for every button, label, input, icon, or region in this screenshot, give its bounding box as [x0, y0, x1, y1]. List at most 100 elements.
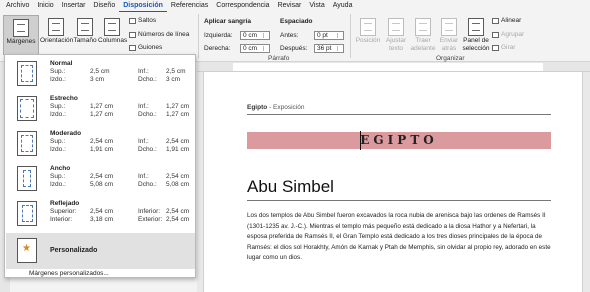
header-subtitle: Exposición [273, 104, 305, 111]
paragraph-group-label: Párrafo [268, 55, 290, 62]
rotate-label: Girar [501, 44, 516, 51]
position-button[interactable]: Posición [354, 15, 382, 55]
group-label: Agrupar [501, 31, 525, 38]
margin-key: Izdo.: [50, 111, 66, 118]
align-icon [492, 17, 499, 24]
indent-right: Derecha: 0 cm [204, 44, 270, 53]
margin-value: 2,5 cm [90, 68, 110, 75]
margin-key: Sup.: [50, 103, 66, 110]
margin-option-narrow[interactable]: Estrecho Sup.: 1,27 cm Inf.: 1,27 cm Izd… [6, 91, 195, 125]
margin-value: 1,91 cm [166, 146, 190, 153]
menu-vista[interactable]: Vista [305, 0, 328, 12]
header-title: Egipto [247, 104, 268, 111]
breaks-label: Saltos [138, 17, 157, 24]
rotate-button[interactable]: Girar [492, 44, 515, 51]
orientation-icon [48, 18, 64, 36]
menu-correspondencia[interactable]: Correspondencia [212, 0, 273, 12]
margin-value: 5,08 cm [90, 181, 114, 188]
columns-icon [104, 18, 120, 36]
margin-option-mirrored[interactable]: Reflejado Superior: 2,54 cm Inferior: 2,… [6, 196, 195, 230]
size-button[interactable]: Tamaño [73, 15, 97, 55]
margin-key: Dcho.: [138, 76, 157, 83]
ribbon-separator-2 [350, 14, 351, 58]
margin-value: 2,54 cm [90, 208, 114, 215]
breaks-icon [129, 17, 136, 24]
menu-referencias[interactable]: Referencias [167, 0, 212, 12]
margins-button[interactable]: Márgenes [3, 15, 39, 55]
align-button[interactable]: Alinear [492, 17, 521, 24]
bring-forward-button[interactable]: Traer adelante [410, 15, 436, 55]
indent-left-input[interactable]: 0 cm [240, 31, 270, 40]
selection-pane-button[interactable]: Panel de selección [462, 15, 490, 55]
orientation-label: Orientación [40, 37, 74, 44]
margin-value: 3 cm [90, 76, 105, 83]
wrap-text-button[interactable]: Ajustar texto [383, 15, 409, 55]
spacing-after-input[interactable]: 36 pt [314, 44, 344, 53]
ribbon-separator [198, 14, 199, 58]
menu-archivo[interactable]: Archivo [2, 0, 33, 12]
position-label: Posición [355, 37, 381, 44]
spacing-after: Después: 36 pt [280, 44, 344, 53]
margin-option-custom[interactable]: ★ Personalizado [6, 233, 195, 269]
title-banner[interactable]: EGIPTO [247, 132, 551, 149]
margin-normal-icon [17, 61, 37, 86]
menu-ayuda[interactable]: Ayuda [329, 0, 357, 12]
orientation-button[interactable]: Orientación [40, 15, 74, 55]
arrange-group-label: Organizar [436, 55, 465, 62]
size-label: Tamaño [73, 37, 97, 44]
star-icon: ★ [22, 243, 31, 254]
menu-insertar[interactable]: Insertar [58, 0, 90, 12]
horizontal-ruler[interactable] [197, 62, 590, 72]
group-button[interactable]: Agrupar [492, 31, 524, 38]
margin-value: 2,5 cm [166, 68, 186, 75]
wrap-text-label: Ajustar texto [385, 37, 407, 52]
margin-key: Superior: [50, 208, 77, 215]
margin-value: 1,27 cm [166, 111, 190, 118]
text-cursor [360, 131, 361, 150]
menu-disposicion[interactable]: Disposición [119, 1, 167, 12]
line-numbers-icon [129, 31, 136, 38]
margin-key: Dcho.: [138, 181, 157, 188]
line-numbers-label: Números de línea [138, 31, 190, 38]
margins-dropdown: Normal Sup.: 2,5 cm Inf.: 2,5 cm Izdo.: … [4, 54, 196, 278]
margin-key: Dcho.: [138, 111, 157, 118]
margin-option-wide[interactable]: Ancho Sup.: 2,54 cm Inf.: 2,54 cm Izdo.:… [6, 161, 195, 195]
menu-diseno[interactable]: Diseño [89, 0, 119, 12]
spacing-before-input[interactable]: 0 pt [314, 31, 344, 40]
margin-option-moderate[interactable]: Moderado Sup.: 2,54 cm Inf.: 2,54 cm Izd… [6, 126, 195, 160]
margin-key: Inf.: [138, 173, 149, 180]
wrap-text-icon [388, 18, 404, 36]
margin-option-normal[interactable]: Normal Sup.: 2,5 cm Inf.: 2,5 cm Izdo.: … [6, 56, 195, 90]
indent-right-label: Derecha: [204, 45, 231, 52]
indent-right-input[interactable]: 0 cm [240, 44, 270, 53]
hyphenation-button[interactable]: Guiones [129, 44, 162, 51]
position-icon [360, 18, 376, 36]
margin-value: 2,54 cm [90, 173, 114, 180]
margin-key: Inferior: [138, 208, 161, 215]
custom-margins-link[interactable]: Márgenes personalizados... [5, 269, 195, 279]
selection-pane-label: Panel de selección [462, 37, 490, 52]
group-icon [492, 31, 499, 38]
line-numbers-button[interactable]: Números de línea [129, 31, 189, 38]
document-paragraph[interactable]: Los dos templos de Abu Simbel fueron exc… [247, 211, 553, 264]
margin-option-name: Reflejado [50, 200, 80, 207]
columns-button[interactable]: Columnas [98, 15, 127, 55]
header-rule [247, 114, 551, 115]
spacing-before-label: Antes: [280, 32, 299, 39]
custom-margin-label: Personalizado [50, 247, 98, 254]
menu-inicio[interactable]: Inicio [33, 0, 57, 12]
margin-value: 1,27 cm [90, 111, 114, 118]
margin-key: Interior: [50, 216, 73, 223]
size-icon [77, 18, 93, 36]
send-backward-button[interactable]: Enviar atrás [437, 15, 461, 55]
margin-value: 3,18 cm [90, 216, 114, 223]
document-heading[interactable]: Abu Simbel [247, 177, 334, 197]
indent-title: Aplicar sangría [204, 18, 251, 25]
menu-revisar[interactable]: Revisar [274, 0, 306, 12]
spacing-before: Antes: 0 pt [280, 31, 344, 40]
heading-rule [247, 200, 551, 201]
margin-key: Izdo.: [50, 146, 66, 153]
margin-key: Izdo.: [50, 76, 66, 83]
margin-value: 5,08 cm [166, 181, 190, 188]
breaks-button[interactable]: Saltos [129, 17, 156, 24]
